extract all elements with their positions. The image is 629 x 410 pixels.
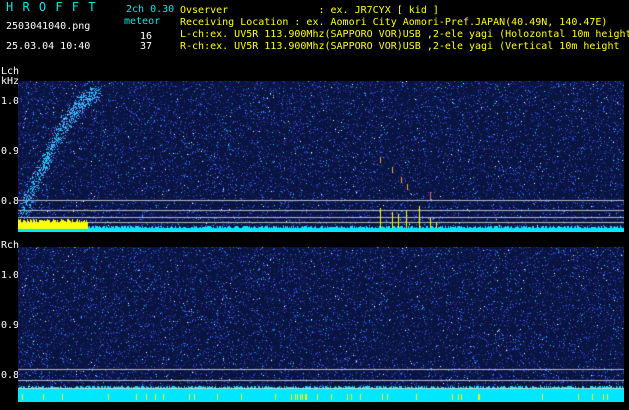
count-rch: 37 (140, 41, 153, 52)
lch-unit: kHz (1, 76, 20, 87)
timestamp: 25.03.04 10:40 (6, 41, 91, 52)
lch-ytick-2: 0.9 (1, 146, 20, 157)
rch-spectrogram (18, 247, 624, 402)
rch-label: Rch (1, 240, 20, 251)
lch-ytick-1: 1.0 (1, 96, 20, 107)
app-title: H R O F F T (6, 0, 97, 14)
filename: 2503041040.png (6, 21, 91, 32)
rch-ytick-3: 0.8 (1, 370, 20, 381)
rch-ytick-1: 1.0 (1, 270, 20, 281)
location-line: Receiving Location : ex. Aomori City Aom… (180, 17, 608, 28)
observer-line: Ovserver : ex. JR7CYX [ kid ] (180, 5, 439, 16)
lch-ytick-3: 0.8 (1, 196, 20, 207)
rch-ytick-2: 0.9 (1, 320, 20, 331)
rch-info-line: R-ch:ex. UV5R 113.900Mhz(SAPPORO VOR)USB… (180, 41, 620, 52)
mode-label: 2ch 0.30 (126, 4, 175, 15)
type-label: meteor (124, 16, 161, 27)
lch-info-line: L-ch:ex. UV5R 113.900Mhz(SAPPORO VOR)USB… (180, 29, 629, 40)
lch-spectrogram (18, 81, 624, 232)
